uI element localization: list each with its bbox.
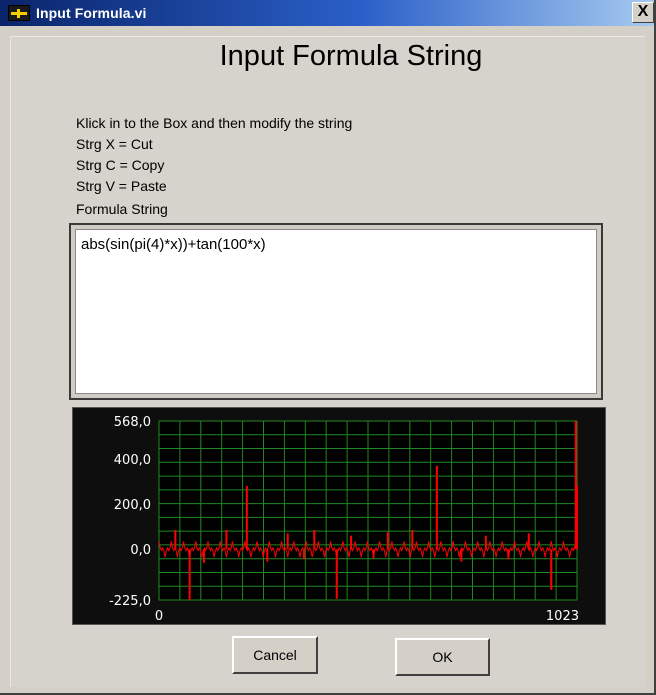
window-title: Input Formula.vi — [36, 5, 147, 21]
instruction-line: Strg C = Copy — [76, 157, 165, 173]
y-tick-label: 568,0 — [114, 415, 151, 430]
formula-frame: abs(sin(pi(4)*x))+tan(100*x) — [69, 223, 603, 400]
window: Input Formula.vi X Input Formula String … — [0, 0, 656, 695]
x-tick-label: 1023 — [546, 609, 579, 624]
cancel-button[interactable]: Cancel — [232, 636, 318, 674]
y-tick-label: 200,0 — [114, 498, 151, 513]
formula-label: Formula String — [76, 201, 168, 217]
chart-svg: 568,0 400,0 200,0 0,0 -225,0 0 1023 — [109, 415, 579, 624]
waveform-chart: 568,0 400,0 200,0 0,0 -225,0 0 1023 — [72, 407, 606, 625]
y-tick-label: -225,0 — [109, 594, 151, 609]
title-bar: Input Formula.vi X — [0, 0, 654, 26]
y-tick-label: 0,0 — [130, 543, 151, 558]
instruction-line: Klick in to the Box and then modify the … — [76, 115, 353, 131]
y-tick-label: 400,0 — [114, 453, 151, 468]
close-button[interactable]: X — [632, 2, 654, 23]
labview-app-icon — [8, 5, 30, 21]
instruction-line: Strg X = Cut — [76, 136, 153, 152]
ok-button[interactable]: OK — [395, 638, 490, 676]
formula-string-input[interactable]: abs(sin(pi(4)*x))+tan(100*x) — [75, 229, 597, 394]
instruction-line: Strg V = Paste — [76, 178, 167, 194]
x-tick-label: 0 — [155, 609, 163, 624]
page-title: Input Formula String — [219, 40, 483, 72]
